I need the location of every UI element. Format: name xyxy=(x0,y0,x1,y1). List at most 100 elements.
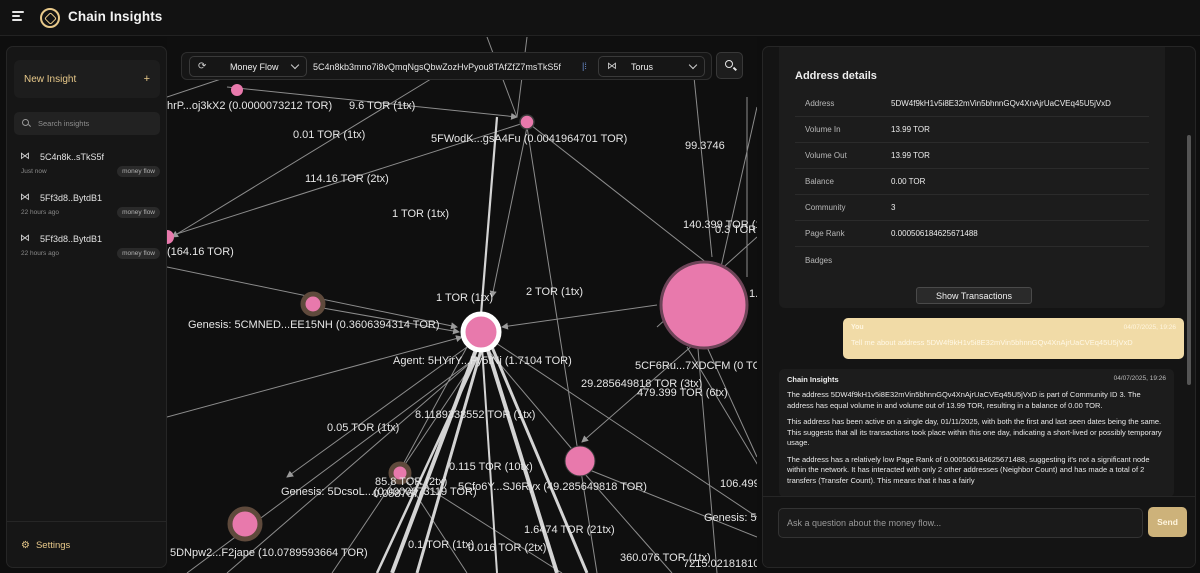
detail-key: Badges xyxy=(805,255,833,265)
detail-key: Community xyxy=(805,203,846,212)
edge-label: 0.016 TOR (2tx) xyxy=(468,542,546,554)
detail-key: Volume Out xyxy=(805,151,847,160)
detail-row: Volume Out 13.99 TOR xyxy=(795,143,1149,169)
new-insight-button[interactable]: New Insight + xyxy=(14,60,160,98)
torus-icon: ⋈ xyxy=(20,233,30,244)
message-paragraph: The address 5DW4f9kH1v5i8E32mVin5bhnnGQv… xyxy=(787,390,1141,410)
money-flow-graph[interactable]: 5FWodK...gsA4Fu (0.0041964701 TOR) Agent… xyxy=(167,37,757,573)
network-select[interactable]: ⋈ Torus xyxy=(598,56,705,77)
node-label: Genesis: 5D xyxy=(704,512,757,524)
edge-label: 114.16 TOR (2tx) xyxy=(305,173,389,185)
detail-row: Balance 0.00 TOR xyxy=(795,169,1149,195)
edge-label: 1 TOR (1tx) xyxy=(392,208,449,220)
edge-label: 0.01 TOR (1tx) xyxy=(293,129,365,141)
detail-key: Volume In xyxy=(805,125,841,134)
graph-node[interactable] xyxy=(227,506,263,542)
graph-node[interactable] xyxy=(300,291,326,317)
search-icon xyxy=(22,119,31,128)
show-transactions-button[interactable]: Show Transactions xyxy=(916,287,1032,304)
detail-value: 0.000506184625671488 xyxy=(891,229,978,238)
detail-key: Address xyxy=(805,99,835,108)
address-details-card: Address details Address 5DW4f9kH1v5i8E32… xyxy=(779,47,1165,308)
edge-label: 0.1 TOR (1tx) xyxy=(408,539,474,551)
detail-row: Community 3 xyxy=(795,195,1149,221)
insight-history: ⋈ 5C4n8k..sTkS5f Just now money flow ⋈ 5… xyxy=(20,151,160,274)
user-message: You 04/07/2025, 19:26 Tell me about addr… xyxy=(843,318,1184,359)
flow-type-select[interactable]: ⟳ Money Flow xyxy=(189,56,307,77)
graph-edge xyxy=(489,126,528,298)
graph-edge xyxy=(481,346,498,573)
insight-search-input[interactable] xyxy=(38,119,148,128)
detail-row: Badges xyxy=(795,247,1149,273)
edge-label: 0.3 TOR xyxy=(715,224,756,236)
message-time: 04/07/2025, 19:26 xyxy=(1113,375,1166,382)
graph-node[interactable] xyxy=(564,445,596,477)
edge-label: 7215.02181810 xyxy=(683,558,757,570)
node-label: Genesis: 5CMNED...EE15NH (0.3606394314 T… xyxy=(188,319,440,331)
insight-search[interactable] xyxy=(14,112,160,135)
menu-icon[interactable] xyxy=(12,11,24,23)
detail-value: 0.00 TOR xyxy=(891,177,926,186)
chat-input[interactable] xyxy=(778,508,1143,538)
graph-edge xyxy=(696,336,718,573)
graph-edge xyxy=(501,304,658,330)
history-item[interactable]: ⋈ 5C4n8k..sTkS5f Just now money flow xyxy=(20,151,160,192)
graph-node[interactable] xyxy=(231,84,243,96)
flow-type-value: Money Flow xyxy=(229,61,279,72)
history-item-tag: money flow xyxy=(117,207,160,218)
detail-key: Page Rank xyxy=(805,229,845,238)
sidebar: New Insight + ⋈ 5C4n8k..sTkS5f Just now … xyxy=(6,46,167,568)
history-item[interactable]: ⋈ 5Ff3d8..BytdB1 22 hours ago money flow xyxy=(20,233,160,274)
chat-composer: Send xyxy=(763,496,1195,567)
chevron-down-icon xyxy=(688,60,698,70)
edge-label: 1.6474 TOR (21tx) xyxy=(524,524,615,536)
assistant-message: Chain Insights 04/07/2025, 19:26 The add… xyxy=(779,369,1174,497)
address-input[interactable] xyxy=(313,56,575,77)
plus-icon: + xyxy=(143,73,150,85)
network-value: Torus xyxy=(631,61,654,72)
insight-panel: Address details Address 5DW4f9kH1v5i8E32… xyxy=(762,46,1196,568)
app-root: Chain Insights New Insight + ⋈ 5C4n8k..s… xyxy=(0,0,1200,573)
history-item-name: 5Ff3d8..BytdB1 xyxy=(40,233,103,244)
settings-label: Settings xyxy=(35,539,71,551)
send-button[interactable]: Send xyxy=(1148,507,1187,537)
settings-button[interactable]: ⚙ Settings xyxy=(7,521,166,568)
detail-row: Address 5DW4f9kH1v5i8E32mVin5bhnnGQv4XnA… xyxy=(795,91,1149,117)
logo-icon xyxy=(40,8,60,28)
edge-label: 0.05 TOR (1tx) xyxy=(327,422,399,434)
history-item[interactable]: ⋈ 5Ff3d8..BytdB1 22 hours ago money flow xyxy=(20,192,160,233)
torus-icon: ⋈ xyxy=(20,151,30,162)
node-label: 5CF6Ru...7XDCFM (0 TOR) xyxy=(635,360,757,372)
text-cursor-icon: |⁞ xyxy=(582,61,587,71)
graph-node[interactable] xyxy=(659,260,749,350)
graph-edge xyxy=(167,335,463,418)
detail-row: Page Rank 0.000506184625671488 xyxy=(795,221,1149,247)
history-item-time: 22 hours ago xyxy=(21,209,59,216)
message-paragraph: This address has been active on a single… xyxy=(787,417,1162,447)
new-insight-label: New Insight xyxy=(24,73,77,85)
refresh-icon: ⟳ xyxy=(198,61,207,72)
scrollbar[interactable] xyxy=(1187,135,1191,385)
detail-row: Volume In 13.99 TOR xyxy=(795,117,1149,143)
node-label: 5FWodK...gsA4Fu (0.0041964701 TOR) xyxy=(431,133,627,145)
graph-node-selected[interactable] xyxy=(460,311,502,353)
message-text: Tell me about address 5DW4f9kH1v5i8E32mV… xyxy=(851,338,1133,347)
top-bar: Chain Insights xyxy=(0,0,1200,36)
edge-label: 99.3746 xyxy=(685,140,725,152)
edge-label: 85.8 TOR (2tx) xyxy=(375,476,447,488)
edge-label: 0.058767 xyxy=(373,488,419,500)
history-item-tag: money flow xyxy=(117,166,160,177)
detail-key: Balance xyxy=(805,177,834,186)
graph-canvas[interactable]: 5FWodK...gsA4Fu (0.0041964701 TOR) Agent… xyxy=(167,37,757,573)
edge-label: 9.6 TOR (1tx) xyxy=(349,100,415,112)
edge-label: 479.399 TOR (6tx) xyxy=(637,387,728,399)
graph-node[interactable] xyxy=(519,114,535,130)
graph-node[interactable] xyxy=(167,230,174,244)
node-label: 5DNpw2...F2jape (10.0789593664 TOR) xyxy=(170,547,368,559)
history-item-name: 5Ff3d8..BytdB1 xyxy=(40,192,103,203)
app-title: Chain Insights xyxy=(68,9,163,24)
search-button[interactable] xyxy=(716,52,743,79)
edge-label: 2 TOR (1tx) xyxy=(526,286,583,298)
message-paragraph: The address has a relatively low Page Ra… xyxy=(787,454,1150,485)
search-icon xyxy=(725,60,733,68)
